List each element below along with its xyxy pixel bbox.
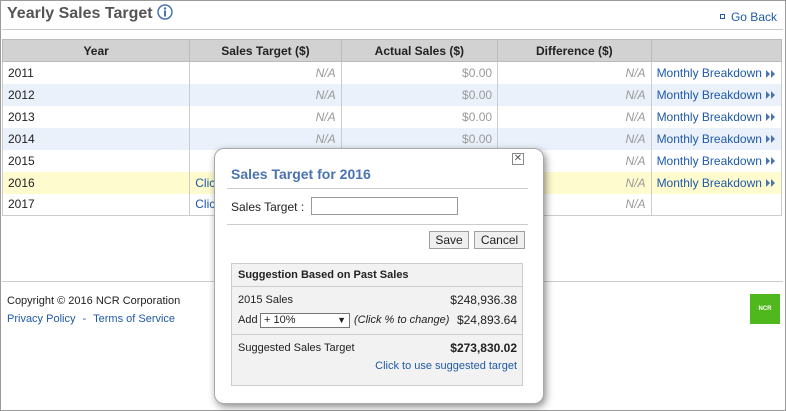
actual-cell: $0.00 [340,83,499,106]
percent-hint: (Click % to change) [354,314,450,326]
ncr-logo: NCR [750,294,780,324]
double-chevron-right-icon [765,135,775,144]
actual-cell: $0.00 [340,61,499,84]
monthly-breakdown-link[interactable]: Monthly Breakdown [650,61,783,84]
target-cell: N/A [189,105,342,128]
chevron-down-icon: ▼ [337,315,346,325]
breakdown-label: Monthly Breakdown [656,175,762,190]
double-chevron-right-icon [765,179,775,188]
difference-cell: N/A [497,83,652,106]
close-icon[interactable]: ✕ [512,153,524,165]
copyright-text: Copyright © 2016 NCR Corporation [7,295,181,307]
col-year: Year [1,39,191,62]
col-difference: Difference ($) [497,39,652,62]
monthly-breakdown-link[interactable]: Monthly Breakdown [650,83,783,106]
year-cell: 2013 [1,105,191,128]
target-cell: N/A [189,83,342,106]
page-title: Yearly Sales Target [7,5,153,22]
cancel-button[interactable]: Cancel [474,231,525,249]
difference-cell: N/A [497,105,652,128]
target-cell: N/A [189,61,342,84]
dialog-divider [227,224,528,225]
suggested-target-label: Suggested Sales Target [238,342,355,354]
double-chevron-right-icon [765,157,775,166]
actual-cell: $0.00 [340,127,499,150]
ncr-logo-text: NCR [758,306,772,312]
table-row: 2011 N/A $0.00 N/A Monthly Breakdown [1,61,783,84]
table-row: 2012 N/A $0.00 N/A Monthly Breakdown [1,83,783,106]
breakdown-label: Monthly Breakdown [656,65,762,80]
monthly-breakdown-link[interactable]: Monthly Breakdown [650,149,783,172]
monthly-breakdown-link[interactable]: Monthly Breakdown [650,127,783,150]
privacy-policy-link[interactable]: Privacy Policy [7,313,75,325]
table-row: 2014 N/A $0.00 N/A Monthly Breakdown [1,127,783,150]
monthly-breakdown-link[interactable]: Monthly Breakdown [650,171,783,194]
year-cell: 2014 [1,127,191,150]
suggestion-divider [232,286,522,287]
year-cell: 2011 [1,61,191,84]
suggestion-title: Suggestion Based on Past Sales [238,269,409,281]
percent-selected: + 10% [264,314,296,326]
breakdown-label: Monthly Breakdown [656,109,762,124]
breakdown-cell-empty [650,193,783,216]
col-breakdown [650,39,783,62]
sales-target-input[interactable] [311,197,458,215]
go-back-link[interactable]: Go Back [719,10,777,24]
past-sales-label: 2015 Sales [238,294,294,306]
dialog-divider [227,188,528,189]
suggested-target-value: $273,830.02 [450,341,517,355]
col-sales-target: Sales Target ($) [189,39,342,62]
year-cell: 2015 [1,149,191,172]
table-header-row: Year Sales Target ($) Actual Sales ($) D… [1,39,783,62]
footer-separator: - [82,313,87,325]
monthly-breakdown-link[interactable]: Monthly Breakdown [650,105,783,128]
breakdown-label: Monthly Breakdown [656,131,762,146]
add-value: $24,893.64 [456,313,517,327]
sales-target-label: Sales Target : [231,200,305,214]
double-chevron-right-icon [765,91,775,100]
year-cell: 2017 [1,193,191,216]
breakdown-label: Monthly Breakdown [656,87,762,102]
year-cell: 2012 [1,83,191,106]
percent-select[interactable]: + 10% ▼ [260,313,350,328]
double-chevron-right-icon [765,113,775,122]
add-label: Add [238,314,258,326]
suggestion-divider [232,334,522,335]
col-actual-sales: Actual Sales ($) [340,39,499,62]
past-sales-value: $248,936.38 [450,293,517,307]
difference-cell: N/A [497,61,652,84]
dialog-title: Sales Target for 2016 [231,166,371,182]
target-cell: N/A [189,127,342,150]
use-suggested-target-link[interactable]: Click to use suggested target [375,360,517,372]
difference-cell: N/A [497,127,652,150]
double-chevron-right-icon [765,69,775,78]
back-square-icon [719,14,725,20]
sales-target-dialog: ✕ Sales Target for 2016 Sales Target : S… [214,148,544,404]
footer-links: Privacy Policy - Terms of Service [7,313,175,325]
terms-of-service-link[interactable]: Terms of Service [93,313,175,325]
year-cell: 2016 [1,171,191,194]
save-button[interactable]: Save [429,231,469,249]
go-back-label: Go Back [730,10,777,24]
actual-cell: $0.00 [340,105,499,128]
breakdown-label: Monthly Breakdown [656,153,762,168]
title-divider [2,29,783,30]
info-icon[interactable] [157,4,173,20]
suggestion-panel: Suggestion Based on Past Sales 2015 Sale… [231,263,523,386]
table-row: 2013 N/A $0.00 N/A Monthly Breakdown [1,105,783,128]
